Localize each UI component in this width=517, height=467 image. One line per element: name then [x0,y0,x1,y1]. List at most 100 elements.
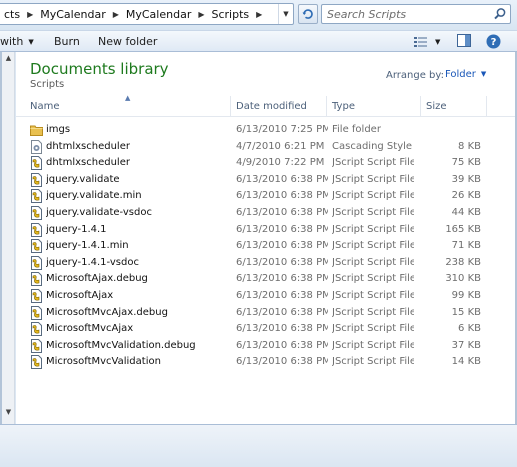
chevron-right-icon[interactable]: ▶ [250,10,268,19]
file-row[interactable]: MicrosoftMvcAjax.debug 6/13/2010 6:38 PM J… [16,305,515,322]
file-size: 99 KB [451,289,481,301]
file-type: JScript Script File [332,306,414,318]
file-type: JScript Script File [332,223,414,235]
breadcrumb-item[interactable]: MyCalendar [125,8,192,21]
change-view-button[interactable]: ▼ [414,34,446,50]
file-date-modified: 6/13/2010 6:38 PM [236,306,328,318]
search-icon[interactable] [493,7,507,21]
column-divider[interactable] [486,96,487,117]
column-date-modified[interactable]: Date modified [236,101,307,112]
file-date-modified: 4/9/2010 7:22 PM [236,157,325,169]
file-name: jquery-1.4.1 [46,223,107,235]
file-size: 71 KB [451,240,481,252]
file-size: 8 KB [458,140,481,152]
file-row[interactable]: MicrosoftMvcAjax 6/13/2010 6:38 PM JScript… [16,321,515,338]
preview-pane-button[interactable] [457,34,473,50]
file-type: JScript Script File [332,323,414,335]
script-file-icon [30,355,43,370]
library-title: Documents library [30,60,169,78]
open-with-button[interactable]: with ▼ [0,35,34,48]
open-with-label: with [0,35,24,48]
file-date-modified: 6/13/2010 6:38 PM [236,173,328,185]
chevron-right-icon[interactable]: ▶ [107,10,125,19]
css-file-icon [30,139,43,154]
column-divider[interactable] [420,96,421,117]
new-folder-button[interactable]: New folder [98,35,157,48]
script-file-icon [30,156,43,171]
file-name: MicrosoftMvcValidation [46,356,161,368]
column-type[interactable]: Type [332,101,355,112]
arrange-by-label: Arrange by: [386,70,444,81]
arrange-by-value: Folder [445,69,476,80]
file-row[interactable]: jquery-1.4.1-vsdoc 6/13/2010 6:38 PM JScri… [16,255,515,272]
breadcrumb-item[interactable]: Scripts [211,8,251,21]
file-row[interactable]: jquery.validate-vsdoc 6/13/2010 6:38 PM JS… [16,205,515,222]
file-row[interactable]: dhtmlxscheduler 4/9/2010 7:22 PM JScript S… [16,155,515,172]
file-size: 37 KB [451,339,481,351]
file-size: 165 KB [445,223,481,235]
views-icon [414,37,427,47]
file-date-modified: 6/13/2010 6:38 PM [236,223,328,235]
file-name: MicrosoftAjax.debug [46,273,148,285]
file-type: JScript Script File [332,206,414,218]
file-size: 39 KB [451,173,481,185]
file-size: 238 KB [445,256,481,268]
column-size[interactable]: Size [426,101,447,112]
script-file-icon [30,172,43,187]
file-name: jquery.validate [46,173,120,185]
column-divider[interactable] [326,96,327,117]
chevron-right-icon[interactable]: ▶ [192,10,210,19]
breadcrumb-item[interactable]: MyCalendar [39,8,106,21]
file-date-modified: 6/13/2010 6:38 PM [236,206,328,218]
file-date-modified: 6/13/2010 7:25 PM [236,124,328,135]
file-size: 15 KB [451,306,481,318]
file-row[interactable]: dhtmlxscheduler 4/7/2010 6:21 PM Cascading… [16,139,515,156]
file-row[interactable]: MicrosoftMvcValidation 6/13/2010 6:38 PM J… [16,354,515,371]
file-name: MicrosoftMvcAjax.debug [46,306,168,318]
file-row[interactable]: jquery-1.4.1.min 6/13/2010 6:38 PM JScript… [16,238,515,255]
file-row[interactable]: MicrosoftMvcValidation.debug 6/13/2010 6:… [16,338,515,355]
command-bar: with ▼ Burn New folder ▼ ? [0,30,517,52]
scroll-down-icon[interactable]: ▼ [2,408,15,420]
file-date-modified: 6/13/2010 6:38 PM [236,356,328,368]
script-file-icon [30,322,43,337]
breadcrumb-item[interactable]: cts [3,8,21,21]
file-date-modified: 6/13/2010 6:38 PM [236,339,328,351]
script-file-icon [30,222,43,237]
refresh-button[interactable] [298,4,318,24]
file-row[interactable]: jquery.validate.min 6/13/2010 6:38 PM JScr… [16,188,515,205]
scroll-up-icon[interactable]: ▲ [2,54,15,66]
file-date-modified: 4/7/2010 6:21 PM [236,140,325,152]
file-date-modified: 6/13/2010 6:38 PM [236,256,328,268]
file-type: JScript Script File [332,289,414,301]
column-divider[interactable] [230,96,231,117]
file-name: jquery.validate-vsdoc [46,206,152,218]
file-date-modified: 6/13/2010 6:38 PM [236,273,328,285]
help-icon: ? [486,34,501,49]
file-row[interactable]: jquery.validate 6/13/2010 6:38 PM JScript … [16,172,515,189]
search-input[interactable]: Search Scripts [321,4,511,24]
address-bar[interactable]: cts ▶ MyCalendar ▶ MyCalendar ▶ Scripts … [0,3,294,25]
file-date-modified: 6/13/2010 6:38 PM [236,323,328,335]
sort-ascending-icon: ▲ [125,94,131,102]
folder-icon [30,123,43,137]
burn-button[interactable]: Burn [54,35,80,48]
file-row[interactable]: MicrosoftAjax.debug 6/13/2010 6:38 PM JScr… [16,271,515,288]
column-name[interactable]: Name [30,101,60,112]
file-row[interactable]: jquery-1.4.1 6/13/2010 6:38 PM JScript Scr… [16,222,515,239]
file-type: JScript Script File [332,273,414,285]
file-name: MicrosoftMvcValidation.debug [46,339,196,351]
address-history-dropdown[interactable]: ▼ [278,4,293,24]
navigation-scrollbar[interactable]: ▲ ▼ [2,52,15,424]
chevron-right-icon[interactable]: ▶ [21,10,39,19]
breadcrumb: cts ▶ MyCalendar ▶ MyCalendar ▶ Scripts … [3,4,268,24]
file-row[interactable]: imgs 6/13/2010 7:25 PM File folder [16,122,515,139]
file-size: 75 KB [451,157,481,169]
arrange-by-dropdown[interactable]: Folder ▼ [445,69,486,80]
file-size: 26 KB [451,190,481,202]
chevron-down-icon: ▼ [435,38,441,46]
file-row[interactable]: MicrosoftAjax 6/13/2010 6:38 PM JScript Sc… [16,288,515,305]
file-date-modified: 6/13/2010 6:38 PM [236,190,328,202]
file-type: JScript Script File [332,190,414,202]
help-button[interactable]: ? [486,34,502,50]
